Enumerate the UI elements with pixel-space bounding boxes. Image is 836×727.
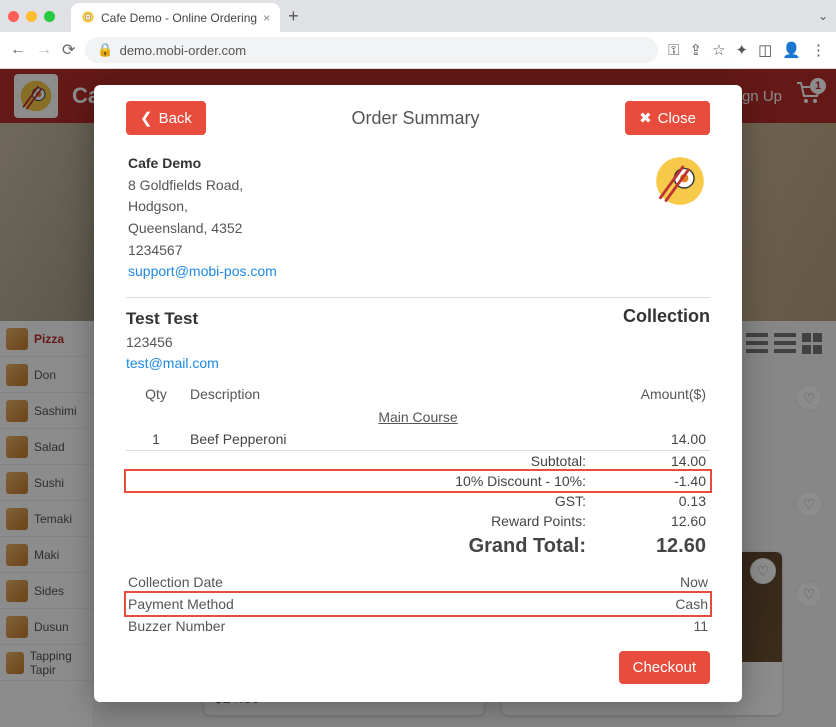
- total-line: Subtotal:14.00: [126, 451, 710, 471]
- close-window-icon[interactable]: [8, 11, 19, 22]
- nav-forward-icon: →: [36, 41, 52, 59]
- chevron-left-icon: ❮: [140, 109, 153, 127]
- reload-icon[interactable]: ⟳: [62, 40, 75, 60]
- total-value: -1.40: [590, 471, 710, 491]
- store-phone: 1234567: [128, 240, 277, 262]
- store-logo: [652, 153, 708, 209]
- tab-title: Cafe Demo - Online Ordering: [101, 11, 257, 25]
- checkout-button[interactable]: Checkout: [619, 651, 710, 684]
- fulfilment-type: Collection: [623, 306, 710, 327]
- close-label: Close: [658, 110, 696, 127]
- minimize-window-icon[interactable]: [26, 11, 37, 22]
- col-amt: Amount($): [590, 380, 710, 406]
- grand-total: Grand Total:12.60: [126, 531, 710, 561]
- app-viewport: Cafe Sign Up 1 PizzaDonSashimiSaladSushi…: [0, 69, 836, 727]
- store-addr-line: Hodgson,: [128, 196, 277, 218]
- customer-name: Test Test: [126, 306, 219, 332]
- profile-icon[interactable]: 👤: [782, 41, 801, 59]
- checkout-label: Checkout: [633, 659, 696, 676]
- customer-block: Test Test 123456 test@mail.com Collectio…: [126, 306, 710, 374]
- line-desc: Beef Pepperoni: [186, 428, 590, 451]
- total-value: 0.13: [590, 491, 710, 511]
- fullscreen-window-icon[interactable]: [44, 11, 55, 22]
- kebab-menu-icon[interactable]: ⋮: [811, 41, 826, 59]
- meta-value: Now: [680, 574, 708, 590]
- grand-value: 12.60: [590, 531, 710, 561]
- customer-id: 123456: [126, 332, 219, 353]
- total-value: 12.60: [590, 511, 710, 531]
- meta-label: Collection Date: [128, 574, 223, 590]
- browser-chrome: Cafe Demo - Online Ordering × + ⌄ ← → ⟳ …: [0, 0, 836, 69]
- modal-title: Order Summary: [351, 108, 479, 129]
- toolbar: ← → ⟳ 🔒 demo.mobi-order.com ⚿ ⇪ ☆ ✦ ◫ 👤 …: [0, 32, 836, 68]
- order-line: 1Beef Pepperoni14.00: [126, 428, 710, 451]
- total-line: 10% Discount - 10%:-1.40: [126, 471, 710, 491]
- col-desc: Description: [186, 380, 590, 406]
- store-addr-line: Queensland, 4352: [128, 218, 277, 240]
- order-table: Qty Description Amount($) Main Course1Be…: [126, 380, 710, 561]
- meta-row: Buzzer Number 11: [126, 615, 710, 637]
- meta-row: Collection Date Now: [126, 571, 710, 593]
- close-tab-icon[interactable]: ×: [263, 11, 270, 25]
- total-line: GST:0.13: [126, 491, 710, 511]
- total-label: 10% Discount - 10%:: [126, 471, 590, 491]
- back-button[interactable]: ❮ Back: [126, 101, 206, 135]
- divider: [126, 297, 710, 298]
- total-label: Subtotal:: [126, 451, 590, 471]
- back-label: Back: [159, 110, 192, 127]
- tabs-menu-icon[interactable]: ⌄: [818, 9, 828, 23]
- share-icon[interactable]: ⇪: [690, 41, 703, 59]
- nav-back-icon[interactable]: ←: [10, 41, 26, 59]
- tab-bar: Cafe Demo - Online Ordering × + ⌄: [0, 0, 836, 32]
- menu-section: Main Course: [126, 406, 710, 428]
- window-controls: [8, 11, 55, 22]
- store-block: Cafe Demo 8 Goldfields Road, Hodgson, Qu…: [126, 153, 710, 283]
- meta-value: 11: [693, 618, 708, 634]
- bookmark-star-icon[interactable]: ☆: [712, 41, 725, 59]
- total-label: Reward Points:: [126, 511, 590, 531]
- col-qty: Qty: [126, 380, 186, 406]
- lock-icon: 🔒: [97, 42, 113, 58]
- meta-row: Payment Method Cash: [126, 593, 710, 615]
- close-button[interactable]: ✖ Close: [625, 101, 710, 135]
- close-icon: ✖: [639, 109, 652, 127]
- new-tab-button[interactable]: +: [288, 6, 299, 27]
- store-email-link[interactable]: support@mobi-pos.com: [128, 263, 277, 279]
- url-text: demo.mobi-order.com: [120, 43, 246, 58]
- meta-label: Buzzer Number: [128, 618, 225, 634]
- store-addr-line: 8 Goldfields Road,: [128, 175, 277, 197]
- extensions-icon[interactable]: ✦: [736, 41, 749, 59]
- total-line: Reward Points:12.60: [126, 511, 710, 531]
- total-value: 14.00: [590, 451, 710, 471]
- total-label: GST:: [126, 491, 590, 511]
- order-meta: Collection Date Now Payment Method Cash Buzz…: [126, 571, 710, 637]
- store-name: Cafe Demo: [128, 153, 277, 175]
- meta-value: Cash: [675, 596, 708, 612]
- browser-tab[interactable]: Cafe Demo - Online Ordering ×: [71, 3, 280, 33]
- sidepanel-icon[interactable]: ◫: [758, 41, 772, 59]
- tab-favicon-icon: [81, 10, 95, 27]
- customer-email-link[interactable]: test@mail.com: [126, 355, 219, 371]
- line-amt: 14.00: [590, 428, 710, 451]
- meta-label: Payment Method: [128, 596, 234, 612]
- grand-label: Grand Total:: [126, 531, 590, 561]
- password-key-icon[interactable]: ⚿: [668, 42, 679, 59]
- line-qty: 1: [126, 428, 186, 451]
- order-summary-modal: ❮ Back Order Summary ✖ Close Cafe Demo 8…: [94, 85, 742, 702]
- address-bar[interactable]: 🔒 demo.mobi-order.com: [85, 37, 658, 63]
